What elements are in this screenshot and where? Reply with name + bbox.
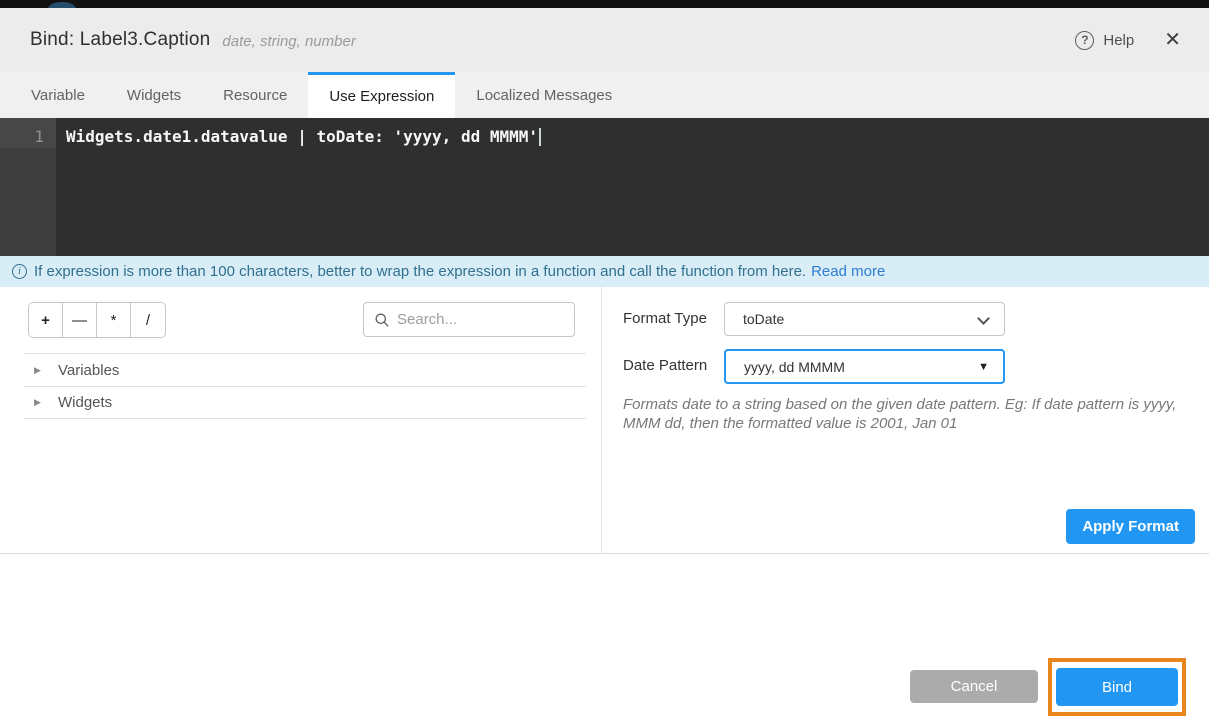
bind-button[interactable]: Bind bbox=[1056, 668, 1178, 706]
dialog-title: Bind: Label3.Caption bbox=[30, 29, 210, 51]
chevron-right-icon: ▶ bbox=[34, 365, 44, 376]
tab-variable[interactable]: Variable bbox=[10, 72, 106, 118]
text-caret bbox=[539, 128, 541, 146]
tree-item-label: Widgets bbox=[58, 394, 112, 411]
editor-line-number: 1 bbox=[0, 127, 44, 146]
minus-operator-button[interactable]: — bbox=[63, 303, 97, 337]
annotation-highlight-box: Bind bbox=[1048, 658, 1186, 716]
help-icon: ? bbox=[1075, 31, 1094, 50]
format-type-value: toDate bbox=[743, 311, 784, 327]
help-button[interactable]: ? Help bbox=[1075, 31, 1134, 50]
search-input[interactable] bbox=[397, 311, 557, 328]
bind-dialog: Bind: Label3.Caption date, string, numbe… bbox=[0, 0, 1209, 724]
tab-resource[interactable]: Resource bbox=[202, 72, 308, 118]
chevron-right-icon: ▶ bbox=[34, 397, 44, 408]
close-icon[interactable]: ✕ bbox=[1164, 30, 1181, 50]
help-label: Help bbox=[1103, 32, 1134, 49]
expression-code-editor[interactable]: 1 Widgets.date1.datavalue | toDate: 'yyy… bbox=[0, 118, 1209, 256]
search-icon bbox=[374, 312, 390, 328]
date-pattern-select[interactable]: yyyy, dd MMMM ▼ bbox=[724, 349, 1005, 384]
format-description: Formats date to a string based on the gi… bbox=[623, 395, 1199, 433]
plus-operator-button[interactable]: + bbox=[29, 303, 63, 337]
info-icon: i bbox=[12, 264, 27, 279]
format-type-label: Format Type bbox=[623, 310, 707, 327]
underlying-app-strip bbox=[0, 0, 1209, 8]
tab-bar: Variable Widgets Resource Use Expression… bbox=[0, 72, 1209, 118]
operator-button-group: + — * / bbox=[28, 302, 166, 338]
builder-panels: + — * / ▶ Variables ▶ Widgets bbox=[0, 287, 1209, 554]
source-tree: ▶ Variables ▶ Widgets bbox=[24, 353, 586, 419]
tree-item-label: Variables bbox=[58, 362, 119, 379]
cancel-button[interactable]: Cancel bbox=[910, 670, 1038, 703]
tab-localized-messages[interactable]: Localized Messages bbox=[455, 72, 633, 118]
search-box bbox=[363, 302, 575, 337]
tree-item-variables[interactable]: ▶ Variables bbox=[24, 353, 586, 386]
format-type-select[interactable]: toDate bbox=[724, 302, 1005, 336]
dropdown-arrow-icon: ▼ bbox=[978, 361, 989, 373]
date-pattern-value: yyyy, dd MMMM bbox=[744, 359, 845, 375]
chevron-down-icon bbox=[977, 312, 990, 325]
editor-gutter: 1 bbox=[0, 118, 56, 256]
multiply-operator-button[interactable]: * bbox=[97, 303, 131, 337]
dialog-header: Bind: Label3.Caption date, string, numbe… bbox=[0, 8, 1209, 72]
expression-sources-panel: + — * / ▶ Variables ▶ Widgets bbox=[0, 287, 601, 554]
info-bar: i If expression is more than 100 charact… bbox=[0, 256, 1209, 287]
tab-use-expression[interactable]: Use Expression bbox=[308, 72, 455, 118]
tab-widgets[interactable]: Widgets bbox=[106, 72, 202, 118]
apply-format-button[interactable]: Apply Format bbox=[1066, 509, 1195, 544]
read-more-link[interactable]: Read more bbox=[811, 263, 885, 280]
date-pattern-label: Date Pattern bbox=[623, 357, 707, 374]
divide-operator-button[interactable]: / bbox=[131, 303, 165, 337]
expression-code-line[interactable]: Widgets.date1.datavalue | toDate: 'yyyy,… bbox=[66, 127, 541, 146]
format-panel: Format Type toDate Date Pattern yyyy, dd… bbox=[601, 287, 1209, 554]
info-message: If expression is more than 100 character… bbox=[34, 263, 806, 280]
expression-text: Widgets.date1.datavalue | toDate: 'yyyy,… bbox=[66, 127, 538, 146]
dialog-subtitle: date, string, number bbox=[222, 31, 355, 50]
tree-item-widgets[interactable]: ▶ Widgets bbox=[24, 386, 586, 419]
